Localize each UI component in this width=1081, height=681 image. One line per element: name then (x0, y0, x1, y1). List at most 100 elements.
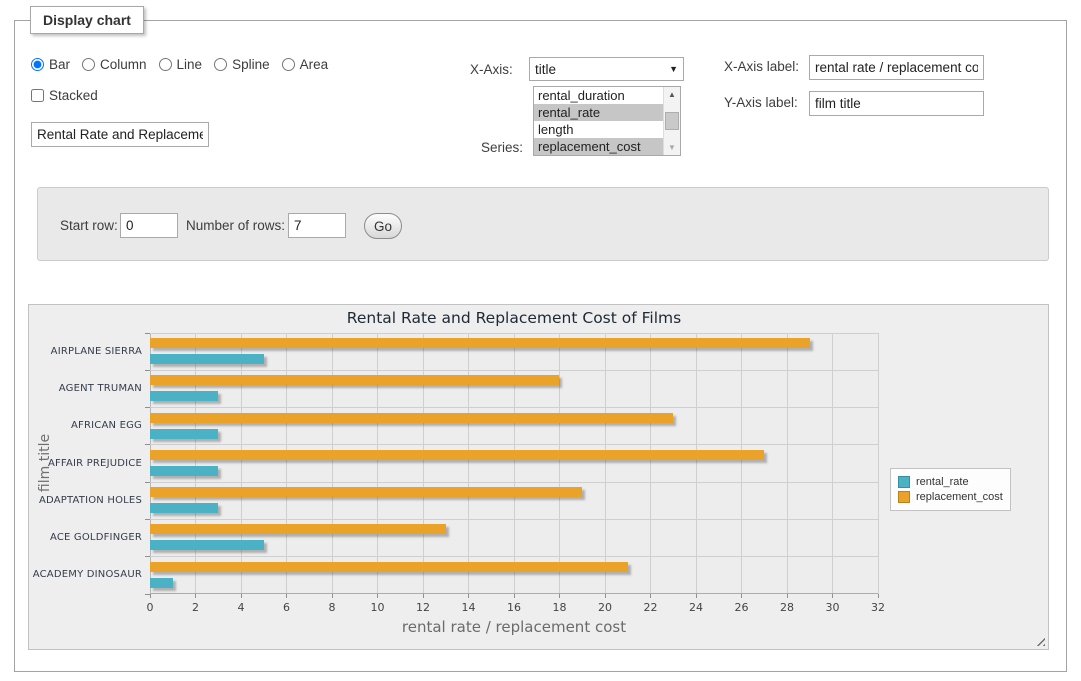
stacked-checkbox-row: Stacked (31, 88, 98, 103)
gridline-horizontal (150, 482, 878, 483)
gridline-vertical (332, 333, 333, 594)
column-radio-label: Column (100, 57, 147, 72)
start-row-input[interactable] (120, 213, 178, 238)
replacement_cost-bar (150, 562, 628, 572)
gridline-horizontal (150, 407, 878, 408)
y-category-label: AIRPLANE SIERRA (29, 346, 142, 357)
select-dropdown-arrow-icon: ▼ (669, 64, 678, 74)
y-category-label: ACE GOLDFINGER (29, 532, 142, 543)
x-tick-label: 2 (181, 601, 211, 614)
rental_rate-bar (150, 429, 218, 439)
x-tick-mark (559, 594, 560, 598)
gridline-vertical (468, 333, 469, 594)
x-tick-label: 28 (772, 601, 802, 614)
y-axis-label-input[interactable] (809, 91, 984, 116)
start-row-label: Start row: (60, 218, 118, 233)
bar-radio[interactable] (31, 58, 44, 71)
rental_rate-bar (150, 578, 173, 588)
series-scrollbar[interactable]: ▲ ▼ (663, 87, 680, 155)
series-option-length[interactable]: length (534, 121, 663, 138)
chart-type-radio-group: Bar Column Line Spline Area (31, 57, 340, 72)
replacement_cost-bar (150, 375, 559, 385)
y-category-label: AGENT TRUMAN (29, 383, 142, 394)
gridline-vertical (559, 333, 560, 594)
x-tick-mark (195, 594, 196, 598)
replacement_cost-bar (150, 413, 673, 423)
x-tick-mark (468, 594, 469, 598)
stacked-checkbox[interactable] (31, 89, 44, 102)
gridline-horizontal (150, 519, 878, 520)
x-tick-label: 18 (545, 601, 575, 614)
x-tick-label: 12 (408, 601, 438, 614)
rental_rate-bar (150, 503, 218, 513)
line-radio[interactable] (159, 58, 172, 71)
scroll-down-arrow-icon[interactable]: ▼ (664, 140, 680, 155)
x-tick-mark (605, 594, 606, 598)
scrollbar-thumb[interactable] (665, 112, 679, 130)
series-option-rental-rate[interactable]: rental_rate (534, 104, 663, 121)
fieldset-legend: Display chart (30, 6, 144, 34)
area-radio[interactable] (282, 58, 295, 71)
y-axis-label-label: Y-Axis label: (724, 95, 798, 110)
x-tick-label: 24 (681, 601, 711, 614)
replacement_cost-bar (150, 450, 764, 460)
y-tick-mark (145, 556, 150, 557)
legend-label: replacement_cost (916, 491, 1003, 503)
x-tick-mark (650, 594, 651, 598)
y-tick-mark (145, 519, 150, 520)
series-multiselect: rental_duration rental_rate length repla… (533, 86, 681, 156)
gridline-vertical (696, 333, 697, 594)
x-tick-mark (696, 594, 697, 598)
x-tick-label: 4 (226, 601, 256, 614)
x-axis-title: rental rate / replacement cost (150, 618, 878, 636)
x-tick-mark (332, 594, 333, 598)
x-tick-mark (514, 594, 515, 598)
spline-radio[interactable] (214, 58, 227, 71)
gridline-vertical (423, 333, 424, 594)
gridline-vertical (241, 333, 242, 594)
chart-title: Rental Rate and Replacement Cost of Film… (150, 309, 878, 327)
chart-title-input[interactable] (31, 122, 209, 147)
column-radio[interactable] (82, 58, 95, 71)
series-option-replacement-cost[interactable]: replacement_cost (534, 138, 663, 155)
gridline-vertical (832, 333, 833, 594)
legend-item-replacement_cost: replacement_cost (898, 491, 1003, 503)
legend-swatch-icon (898, 491, 910, 503)
x-tick-mark (832, 594, 833, 598)
gridline-vertical (878, 333, 879, 594)
resize-handle-icon[interactable] (1033, 634, 1045, 646)
x-axis-label-input[interactable] (809, 55, 984, 80)
bar-radio-label: Bar (49, 57, 70, 72)
x-tick-label: 32 (863, 601, 893, 614)
x-tick-mark (741, 594, 742, 598)
radio-option-column: Column (82, 57, 147, 72)
x-tick-mark (150, 594, 151, 598)
y-category-label: AFFAIR PREJUDICE (29, 458, 142, 469)
gridline-vertical (195, 333, 196, 594)
scroll-up-arrow-icon[interactable]: ▲ (664, 87, 680, 102)
series-options: rental_duration rental_rate length repla… (534, 87, 663, 155)
y-tick-mark (145, 444, 150, 445)
x-tick-label: 30 (818, 601, 848, 614)
series-option-rental-duration[interactable]: rental_duration (534, 87, 663, 104)
x-tick-mark (787, 594, 788, 598)
legend-label: rental_rate (916, 476, 969, 488)
y-tick-mark (145, 407, 150, 408)
gridline-horizontal (150, 556, 878, 557)
line-radio-label: Line (177, 57, 203, 72)
x-axis-select[interactable]: title ▼ (529, 57, 684, 81)
x-tick-mark (241, 594, 242, 598)
legend-swatch-icon (898, 476, 910, 488)
x-tick-mark (286, 594, 287, 598)
gridline-horizontal (150, 444, 878, 445)
radio-option-bar: Bar (31, 57, 70, 72)
y-tick-mark (145, 482, 150, 483)
x-tick-mark (423, 594, 424, 598)
x-tick-label: 14 (454, 601, 484, 614)
number-of-rows-label: Number of rows: (186, 218, 285, 233)
y-category-label: ADAPTATION HOLES (29, 495, 142, 506)
go-button[interactable]: Go (364, 213, 402, 239)
number-of-rows-input[interactable] (288, 213, 346, 238)
x-axis-selected-value: title (535, 62, 556, 77)
y-tick-mark (145, 594, 150, 595)
